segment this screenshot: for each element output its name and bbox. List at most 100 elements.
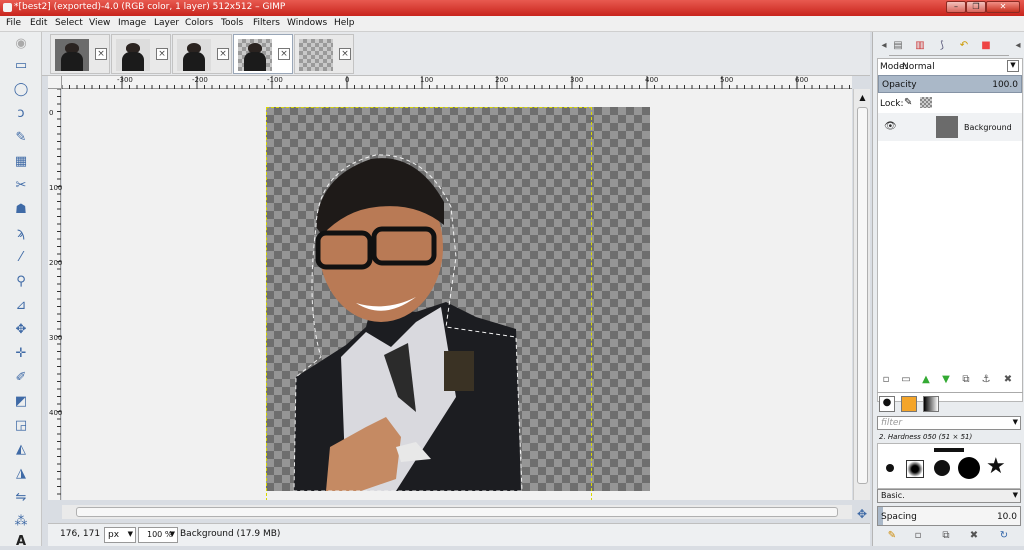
- minimize-button[interactable]: –: [946, 1, 966, 13]
- scale-icon[interactable]: ◲: [12, 416, 30, 434]
- menu-select[interactable]: Select: [55, 18, 83, 28]
- menu-image[interactable]: Image: [118, 18, 146, 28]
- close-tab-icon[interactable]: ×: [156, 48, 168, 60]
- raise-layer-icon[interactable]: ▲: [919, 372, 933, 386]
- lock-pixels-icon[interactable]: ✎: [904, 97, 912, 108]
- vertical-ruler[interactable]: 0 100 200 300 400: [48, 89, 62, 500]
- brush-item[interactable]: [934, 460, 950, 476]
- scroll-up-icon[interactable]: ▲: [857, 93, 868, 103]
- image-tab-5[interactable]: ×: [294, 34, 354, 74]
- image-tab-2[interactable]: ×: [111, 34, 171, 74]
- menu-colors[interactable]: Colors: [185, 18, 213, 28]
- lock-alpha-icon[interactable]: [920, 97, 932, 108]
- new-layer-group-icon[interactable]: ▫: [879, 372, 893, 386]
- image-tab-4-active[interactable]: ×: [233, 34, 293, 74]
- duplicate-brush-icon[interactable]: ⧉: [939, 528, 953, 542]
- image-tab-3[interactable]: ×: [172, 34, 232, 74]
- tab-paths[interactable]: ⟆: [935, 38, 949, 52]
- brush-item[interactable]: [886, 464, 894, 472]
- dock-config-icon[interactable]: ◂: [1011, 38, 1024, 52]
- close-tab-icon[interactable]: ×: [95, 48, 107, 60]
- zoom-icon[interactable]: ⚲: [12, 272, 30, 290]
- color-picker-icon[interactable]: ⁄: [12, 248, 30, 266]
- opacity-slider[interactable]: Opacity 100.0: [878, 75, 1022, 93]
- close-tab-icon[interactable]: ×: [278, 48, 290, 60]
- flip-icon[interactable]: ⇋: [12, 488, 30, 506]
- delete-layer-icon[interactable]: ✖: [1001, 372, 1015, 386]
- horizontal-scrollbar[interactable]: [62, 505, 852, 519]
- navigate-icon[interactable]: ✥: [855, 507, 869, 521]
- brush-item-selected[interactable]: [906, 460, 924, 478]
- brush-grid[interactable]: ★: [877, 443, 1021, 489]
- anchor-icon[interactable]: ⚓: [979, 372, 993, 386]
- tab-undo[interactable]: ↶: [957, 38, 971, 52]
- ruler-corner[interactable]: [48, 76, 62, 89]
- scissors-icon[interactable]: ✂: [12, 176, 30, 194]
- tab-channels[interactable]: ▥: [913, 38, 927, 52]
- brush-item[interactable]: [958, 457, 980, 479]
- menu-tools[interactable]: Tools: [221, 18, 243, 28]
- menu-edit[interactable]: Edit: [30, 18, 47, 28]
- measure-icon[interactable]: ⊿: [12, 296, 30, 314]
- image-thumbnail: [116, 39, 150, 71]
- maximize-button[interactable]: ❐: [966, 1, 986, 13]
- menu-filters[interactable]: Filters: [253, 18, 280, 28]
- title-bar: *[best2] (exported)-4.0 (RGB color, 1 la…: [0, 0, 1024, 16]
- move-icon[interactable]: ✥: [12, 320, 30, 338]
- brush-filter-input[interactable]: filter ▼: [877, 416, 1021, 430]
- brush-item[interactable]: [934, 448, 964, 452]
- ruler-label: 0: [345, 76, 350, 84]
- select-by-color-icon[interactable]: ▦: [12, 152, 30, 170]
- horizontal-ruler[interactable]: -300 -200 -100 0 100 200 300 400 500 600: [62, 76, 852, 89]
- visibility-eye-icon[interactable]: 👁: [884, 121, 897, 132]
- cage-transform-icon[interactable]: ⁂: [12, 512, 30, 530]
- mode-value[interactable]: Normal: [902, 62, 935, 72]
- fuzzy-select-icon[interactable]: ✎: [12, 128, 30, 146]
- menu-view[interactable]: View: [89, 18, 110, 28]
- delete-brush-icon[interactable]: ✖: [967, 528, 981, 542]
- ellipse-select-icon[interactable]: ◯: [12, 80, 30, 98]
- crop-icon[interactable]: ✐: [12, 368, 30, 386]
- free-select-icon[interactable]: ↄ: [12, 104, 30, 122]
- perspective-icon[interactable]: ◮: [12, 464, 30, 482]
- new-brush-icon[interactable]: ▫: [911, 528, 925, 542]
- star-brush-icon[interactable]: ★: [986, 454, 1006, 479]
- chevron-down-icon[interactable]: ▼: [1007, 60, 1019, 72]
- menu-help[interactable]: Help: [334, 18, 355, 28]
- menu-windows[interactable]: Windows: [287, 18, 327, 28]
- duplicate-layer-icon[interactable]: ⧉: [959, 372, 973, 386]
- menu-layer[interactable]: Layer: [154, 18, 179, 28]
- image-tab-1[interactable]: ×: [50, 34, 110, 74]
- tab-layers[interactable]: ▤: [891, 38, 905, 52]
- zoom-selector[interactable]: 100 % ▼: [138, 527, 178, 543]
- paths-icon[interactable]: ϡ: [12, 224, 30, 242]
- tab-gradients[interactable]: [923, 396, 939, 412]
- close-button[interactable]: ✕: [986, 1, 1020, 13]
- scroll-thumb[interactable]: [857, 107, 868, 484]
- align-icon[interactable]: ✛: [12, 344, 30, 362]
- tab-patterns[interactable]: [901, 396, 917, 412]
- lower-layer-icon[interactable]: ▼: [939, 372, 953, 386]
- rect-select-icon[interactable]: ▭: [12, 56, 30, 74]
- refresh-brushes-icon[interactable]: ↻: [997, 528, 1011, 542]
- spacing-slider[interactable]: Spacing 10.0: [877, 506, 1021, 526]
- brush-preset-select[interactable]: Basic. ▼: [877, 489, 1021, 503]
- ruler-label: -300: [117, 76, 133, 84]
- canvas-area[interactable]: [62, 89, 852, 500]
- unit-selector[interactable]: px ▼: [104, 527, 136, 543]
- shear-icon[interactable]: ◭: [12, 440, 30, 458]
- text-tool-icon[interactable]: A: [12, 532, 30, 550]
- rotate-icon[interactable]: ◩: [12, 392, 30, 410]
- tab-colors[interactable]: ■: [979, 38, 993, 52]
- menu-file[interactable]: File: [6, 18, 21, 28]
- layer-row[interactable]: 👁 Background: [878, 113, 1022, 141]
- close-tab-icon[interactable]: ×: [217, 48, 229, 60]
- vertical-scrollbar[interactable]: ▲: [853, 89, 870, 500]
- folder-icon[interactable]: ▭: [899, 372, 913, 386]
- scroll-thumb[interactable]: [76, 507, 838, 517]
- edit-brush-icon[interactable]: ✎: [885, 528, 899, 542]
- close-tab-icon[interactable]: ×: [339, 48, 351, 60]
- tab-brushes[interactable]: ●: [879, 396, 895, 412]
- foreground-select-icon[interactable]: ☗: [12, 200, 30, 218]
- layer-name[interactable]: Background: [964, 123, 1012, 132]
